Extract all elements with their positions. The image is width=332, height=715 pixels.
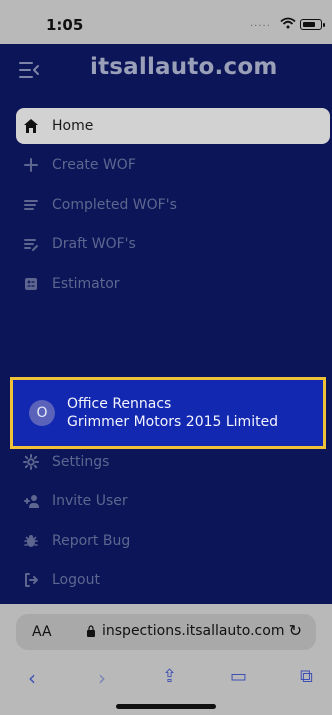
home-icon [22, 117, 40, 135]
plus-icon [22, 156, 40, 174]
nav-item-logout[interactable]: Logout [16, 562, 100, 598]
nav-item-label: Report Bug [52, 533, 131, 549]
home-indicator [116, 704, 216, 709]
nav-item-report-bug[interactable]: Report Bug [16, 523, 130, 559]
reload-icon[interactable]: ↻ [289, 621, 302, 640]
nav-item-create-wof[interactable]: Create WOF [16, 147, 136, 183]
edit-list-icon [22, 235, 40, 253]
reader-aa-button[interactable]: AA [32, 624, 52, 640]
signal-dots: ..... [250, 18, 271, 29]
nav-item-home[interactable]: Home [16, 108, 330, 144]
bug-icon [22, 532, 40, 550]
tabs-icon[interactable]: ⧉ [300, 666, 313, 687]
brand-title: itsallauto.com [90, 54, 278, 80]
menu-collapse-icon[interactable] [18, 60, 42, 80]
nav-item-estimator[interactable]: Estimator [16, 266, 120, 302]
bookmarks-icon[interactable]: ▭ [230, 666, 247, 687]
avatar: O [29, 400, 55, 426]
battery-icon [300, 19, 325, 30]
nav-item-label: Draft WOF's [52, 236, 136, 252]
forward-icon[interactable]: › [98, 666, 106, 690]
user-company: Grimmer Motors 2015 Limited [67, 414, 279, 430]
user-info: Office Rennacs Grimmer Motors 2015 Limit… [67, 396, 278, 430]
nav-item-completed-wofs[interactable]: Completed WOF's [16, 187, 177, 223]
add-user-icon [22, 492, 40, 510]
drawer-header: itsallauto.com [0, 44, 332, 100]
browser-toolbar: ‹ › ⇪ ▭ ⧉ [0, 656, 332, 715]
gear-icon [22, 453, 40, 471]
nav-item-label: Home [52, 118, 94, 134]
lock-icon [87, 625, 95, 637]
wifi-icon [280, 17, 296, 29]
user-name: Office Rennacs [67, 396, 172, 412]
browser-address-area: AA inspections.itsallauto.com ↻ [0, 604, 332, 656]
logout-icon [22, 571, 40, 589]
nav-item-draft-wofs[interactable]: Draft WOF's [16, 226, 136, 262]
app-drawer: itsallauto.com Home Create WOF Completed… [0, 44, 332, 604]
back-icon[interactable]: ‹ [28, 666, 36, 690]
nav-item-label: Logout [52, 572, 100, 588]
nav-item-invite-user[interactable]: Invite User [16, 483, 128, 519]
share-icon[interactable]: ⇪ [162, 666, 177, 687]
nav-item-label: Completed WOF's [52, 197, 177, 213]
nav-item-label: Settings [52, 454, 110, 470]
nav-item-settings[interactable]: Settings [16, 444, 109, 480]
nav-item-label: Create WOF [52, 157, 136, 173]
nav-item-label: Estimator [52, 276, 120, 292]
screen: 1:05 ..... itsallauto.com Home Create WO… [0, 0, 332, 715]
list-icon [22, 196, 40, 214]
status-bar: 1:05 ..... [0, 0, 332, 44]
address-bar[interactable]: AA inspections.itsallauto.com ↻ [16, 614, 316, 650]
url-text[interactable]: inspections.itsallauto.com [102, 623, 284, 639]
nav-item-label: Invite User [52, 493, 128, 509]
status-time: 1:05 [46, 16, 84, 34]
calculator-icon [22, 275, 40, 293]
user-card[interactable]: O Office Rennacs Grimmer Motors 2015 Lim… [10, 377, 326, 449]
